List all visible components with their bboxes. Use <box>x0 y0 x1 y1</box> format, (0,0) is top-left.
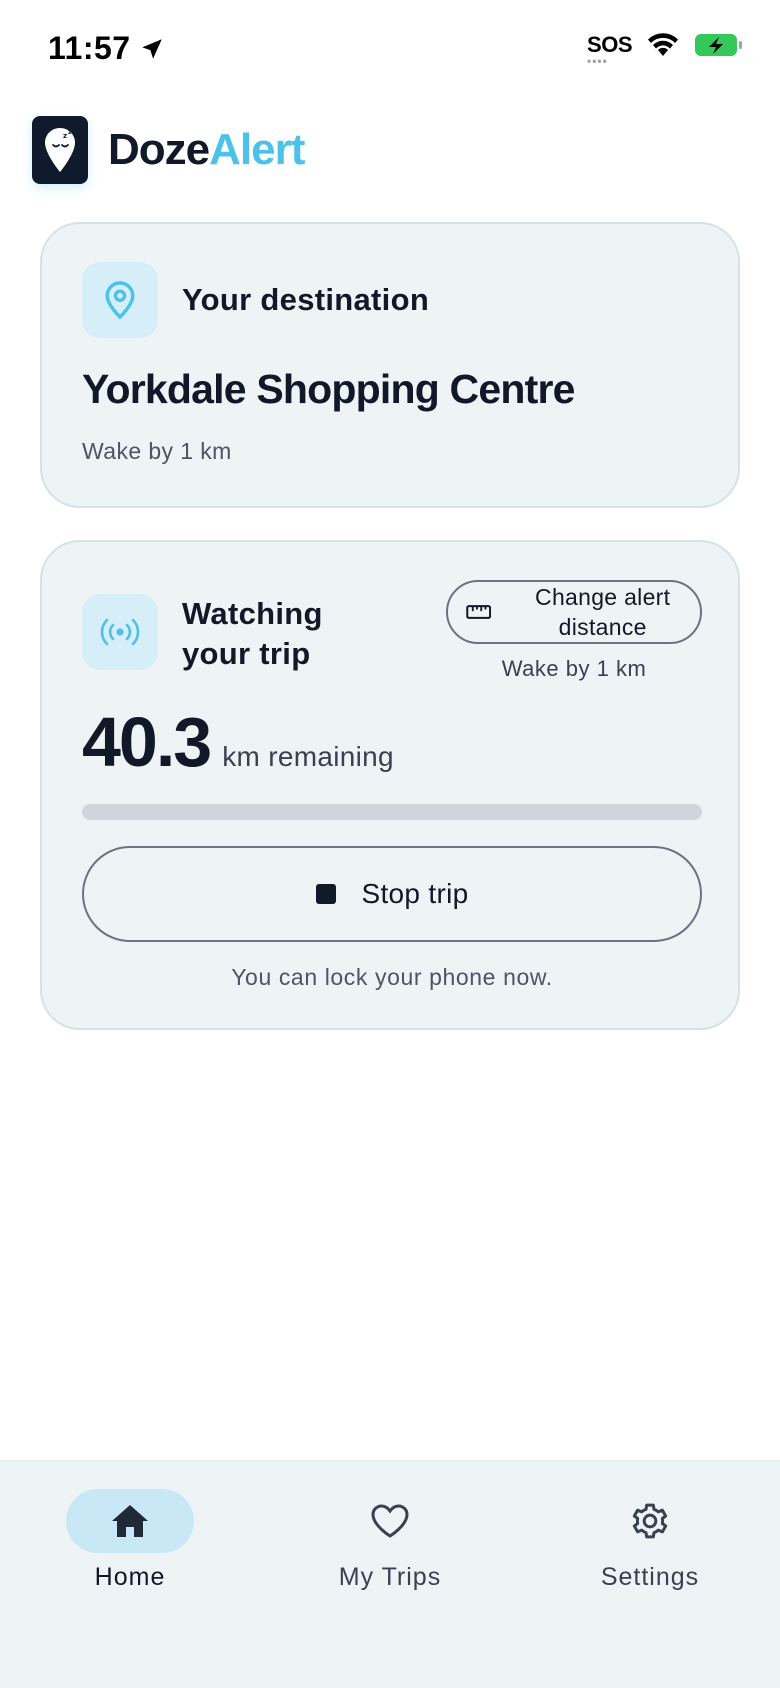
stop-icon <box>315 884 336 904</box>
nav-settings-pill <box>586 1489 714 1553</box>
nav-settings[interactable]: Settings <box>530 1489 770 1592</box>
ruler-icon <box>466 605 492 619</box>
status-indicators: SOS <box>587 32 744 68</box>
status-time: 11:57 <box>48 30 165 67</box>
trip-wake-distance: Wake by 1 km <box>501 656 647 681</box>
svg-text:z: z <box>63 132 67 140</box>
gear-icon <box>632 1503 668 1539</box>
app-name: DozeAlert <box>108 125 305 175</box>
battery-charging-icon <box>695 34 742 56</box>
distance-unit: km remaining <box>222 741 394 772</box>
heart-icon <box>371 1504 409 1538</box>
nav-home-label: Home <box>94 1563 166 1591</box>
location-arrow-icon <box>141 38 162 59</box>
destination-icon-tile <box>82 262 158 338</box>
destination-card: Your destination Yorkdale Shopping Centr… <box>40 222 740 508</box>
wifi-icon <box>648 33 678 56</box>
lock-phone-hint: You can lock your phone now. <box>231 964 553 990</box>
trip-icon-tile <box>82 594 158 670</box>
change-alert-distance-label: Change alert distance <box>535 584 671 640</box>
home-icon <box>112 1505 148 1537</box>
app-name-part1: Doze <box>108 125 210 174</box>
nav-settings-label: Settings <box>600 1563 700 1591</box>
sleeping-pin-logo-icon: z z <box>45 128 75 172</box>
nav-home[interactable]: Home <box>10 1489 250 1592</box>
trip-status-label: Watching your trip <box>182 596 323 671</box>
nav-home-pill <box>66 1489 194 1553</box>
destination-label: Your destination <box>182 282 430 317</box>
status-time-text: 11:57 <box>48 30 131 66</box>
nav-my-trips-pill <box>326 1489 454 1553</box>
trip-card: Watching your trip Change alert distance… <box>40 540 740 1030</box>
svg-text:z: z <box>68 129 72 136</box>
sos-indicator: SOS <box>587 32 632 68</box>
destination-wake-distance: Wake by 1 km <box>82 438 232 464</box>
nav-my-trips[interactable]: My Trips <box>270 1489 510 1592</box>
app-name-part2: Alert <box>209 125 305 174</box>
nav-my-trips-label: My Trips <box>338 1563 442 1591</box>
stop-trip-button[interactable]: Stop trip <box>82 846 702 942</box>
change-alert-distance-button[interactable]: Change alert distance <box>446 580 702 644</box>
trip-progress-bar <box>82 804 702 820</box>
stop-trip-label: Stop trip <box>361 878 469 909</box>
broadcast-icon <box>100 618 140 646</box>
status-bar: 11:57 SOS <box>0 0 780 100</box>
bottom-navigation: Home My Trips Settings <box>0 1460 780 1688</box>
map-pin-icon <box>105 281 135 320</box>
app-logo: z z <box>32 116 88 184</box>
app-header: z z DozeAlert <box>32 116 305 184</box>
distance-remaining: 40.3 km remaining <box>82 702 394 782</box>
destination-name: Yorkdale Shopping Centre <box>82 366 575 412</box>
distance-value: 40.3 <box>82 703 212 781</box>
